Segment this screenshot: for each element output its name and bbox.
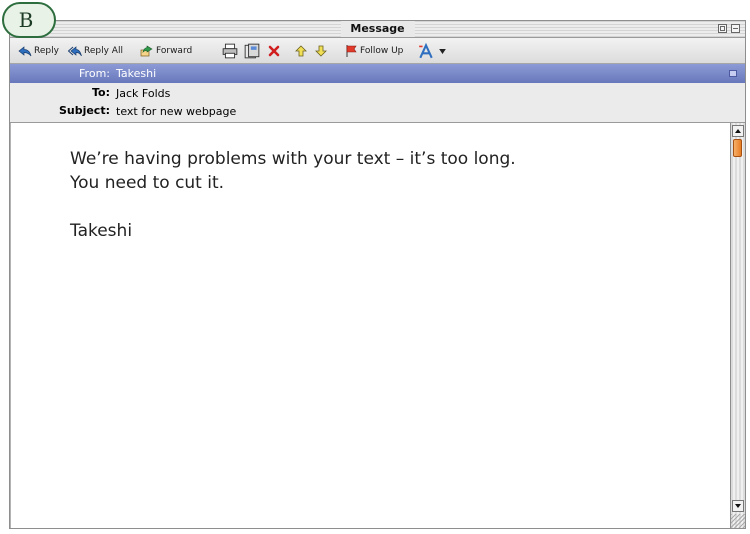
collapse-button[interactable] [731,24,740,33]
from-value[interactable]: Takeshi [116,67,156,80]
print-button[interactable] [222,43,240,59]
follow-up-label: Follow Up [360,46,404,56]
subject-value: text for new webpage [116,105,237,118]
body-line-2: You need to cut it. [70,173,225,193]
message-text: We’re having problems with your text – i… [70,147,690,243]
dropdown-arrow-icon [439,48,446,54]
window-title: Message [340,21,415,37]
reply-label: Reply [34,46,59,56]
from-label: From: [79,67,110,80]
reply-button[interactable]: Reply [18,43,59,59]
previous-message-button[interactable] [294,43,310,59]
reply-all-icon [68,46,82,57]
previous-icon [295,45,307,57]
body-line-1: We’re having problems with your text – i… [70,149,516,169]
forward-button[interactable]: Forward [140,43,192,59]
title-bar[interactable]: Message [10,21,745,38]
header-fields: To: Jack Folds Subject: text for new web… [10,83,745,123]
to-label: To: [92,86,110,99]
scroll-up-button[interactable] [732,125,744,137]
font-icon [419,43,433,59]
flag-icon [346,45,357,57]
message-window: Message Reply Reply All Forward Follow U… [9,20,746,529]
save-button[interactable] [244,43,262,59]
follow-up-button[interactable]: Follow Up [344,43,403,59]
expand-header-icon[interactable] [729,70,737,77]
zoom-button[interactable] [718,24,727,33]
forward-label: Forward [156,46,193,56]
scroll-down-button[interactable] [732,500,744,512]
font-button[interactable] [418,43,446,59]
reply-all-label: Reply All [84,46,123,56]
print-icon [222,43,238,59]
to-value[interactable]: Jack Folds [116,87,170,100]
body-signature: Takeshi [70,221,133,241]
scroll-thumb[interactable] [733,139,742,157]
reply-all-button[interactable]: Reply All [68,43,123,59]
toolbar: Reply Reply All Forward Follow Up [10,38,745,64]
forward-icon [140,45,153,57]
subject-label: Subject: [58,104,110,117]
delete-icon [268,45,280,57]
vertical-scrollbar[interactable] [730,123,745,528]
next-icon [315,45,327,57]
save-icon [244,43,260,59]
section-badge: B [2,2,56,38]
message-body[interactable]: We’re having problems with your text – i… [10,123,730,528]
delete-button[interactable] [267,43,283,59]
resize-handle[interactable] [731,514,745,528]
reply-icon [18,46,32,57]
next-message-button[interactable] [314,43,330,59]
from-field: From: Takeshi [10,64,745,83]
